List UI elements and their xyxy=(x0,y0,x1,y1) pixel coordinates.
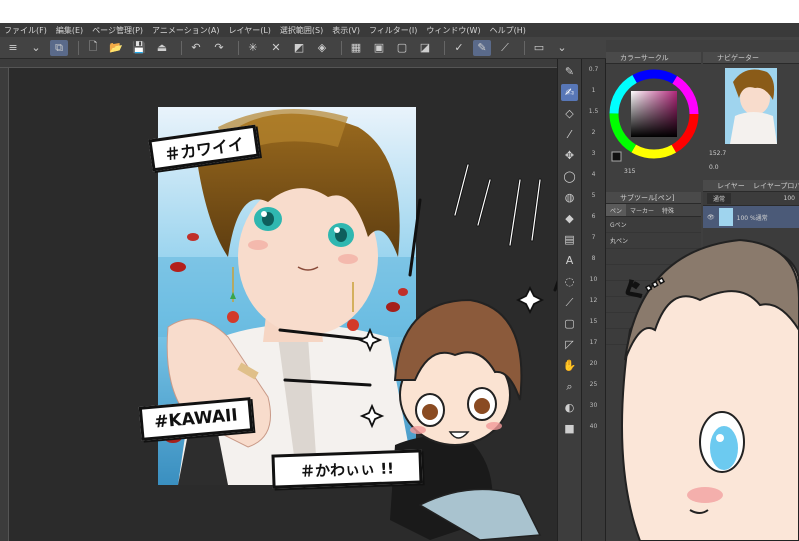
clip-studio-window: ファイル(F) 編集(E) ページ管理(P) アニメーション(A) レイヤー(L… xyxy=(0,0,799,541)
chibi-character xyxy=(390,298,542,541)
caption-kawaii-hiragana: ＃かわぃぃ !! xyxy=(271,449,423,489)
